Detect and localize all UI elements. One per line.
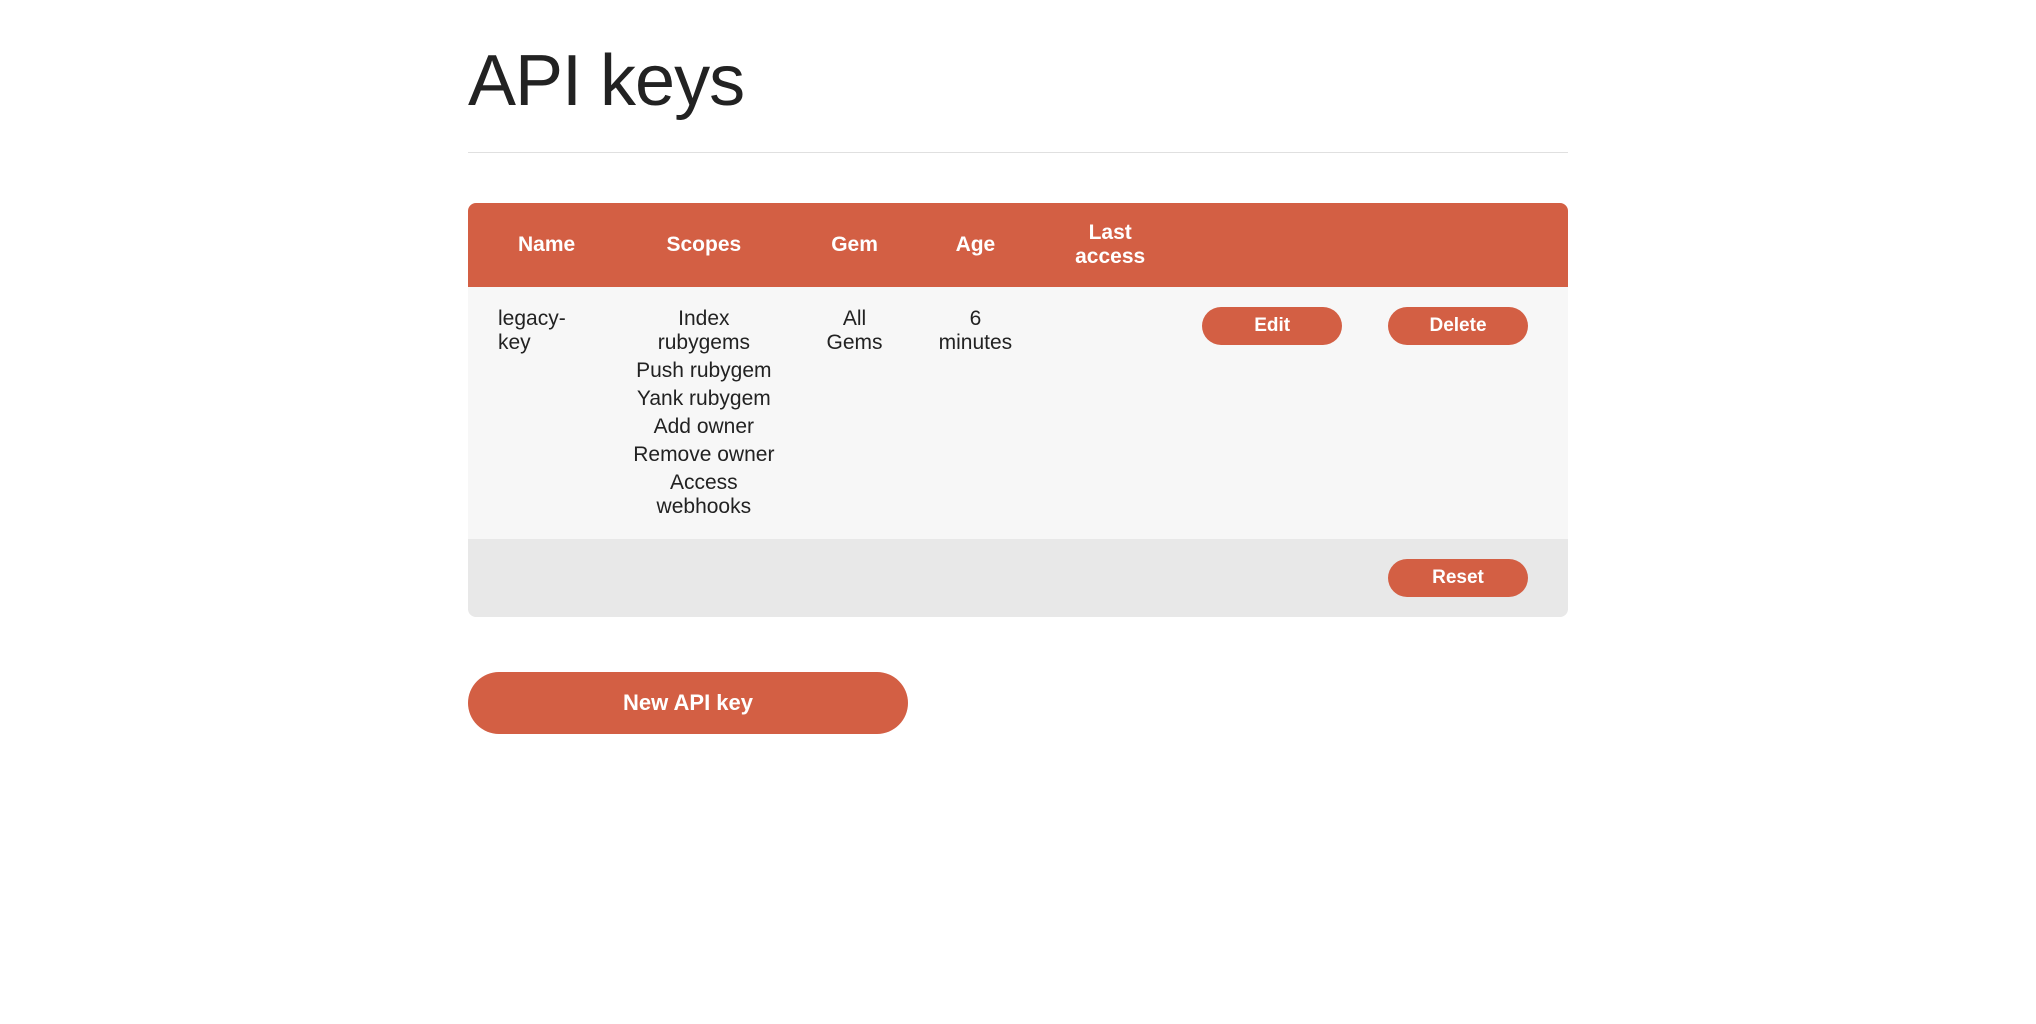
page-container: API keys Name Scopes Gem Age Last access… bbox=[368, 40, 1668, 734]
cell-name: legacy-key bbox=[468, 287, 611, 539]
reset-button[interactable]: Reset bbox=[1388, 559, 1528, 597]
divider bbox=[468, 152, 1568, 153]
table-footer-row: Reset bbox=[468, 539, 1568, 617]
footer-cell: Reset bbox=[468, 539, 1568, 617]
cell-actions: Edit Delete bbox=[1182, 287, 1568, 539]
api-keys-table: Name Scopes Gem Age Last access legacy-k… bbox=[468, 203, 1568, 617]
cell-gem: All Gems bbox=[796, 287, 912, 539]
table-row: legacy-key Index rubygems Push rubygem Y… bbox=[468, 287, 1568, 539]
col-header-last-access: Last access bbox=[1038, 203, 1182, 287]
new-api-key-button[interactable]: New API key bbox=[468, 672, 908, 734]
col-header-actions bbox=[1182, 203, 1568, 287]
scope-item: Add owner bbox=[654, 415, 754, 439]
col-header-age: Age bbox=[913, 203, 1039, 287]
scope-item: Index rubygems bbox=[631, 307, 776, 355]
cell-age: 6 minutes bbox=[913, 287, 1039, 539]
scope-item: Access webhooks bbox=[631, 471, 776, 519]
scopes-list: Index rubygems Push rubygem Yank rubygem… bbox=[631, 307, 776, 519]
col-header-scopes: Scopes bbox=[611, 203, 796, 287]
scope-item: Remove owner bbox=[633, 443, 774, 467]
cell-last-access bbox=[1038, 287, 1182, 539]
scope-item: Push rubygem bbox=[636, 359, 771, 383]
edit-button[interactable]: Edit bbox=[1202, 307, 1342, 345]
cell-scopes: Index rubygems Push rubygem Yank rubygem… bbox=[611, 287, 796, 539]
col-header-gem: Gem bbox=[796, 203, 912, 287]
delete-button[interactable]: Delete bbox=[1388, 307, 1528, 345]
col-header-name: Name bbox=[468, 203, 611, 287]
page-title: API keys bbox=[468, 40, 1568, 122]
table-header-row: Name Scopes Gem Age Last access bbox=[468, 203, 1568, 287]
scope-item: Yank rubygem bbox=[637, 387, 771, 411]
